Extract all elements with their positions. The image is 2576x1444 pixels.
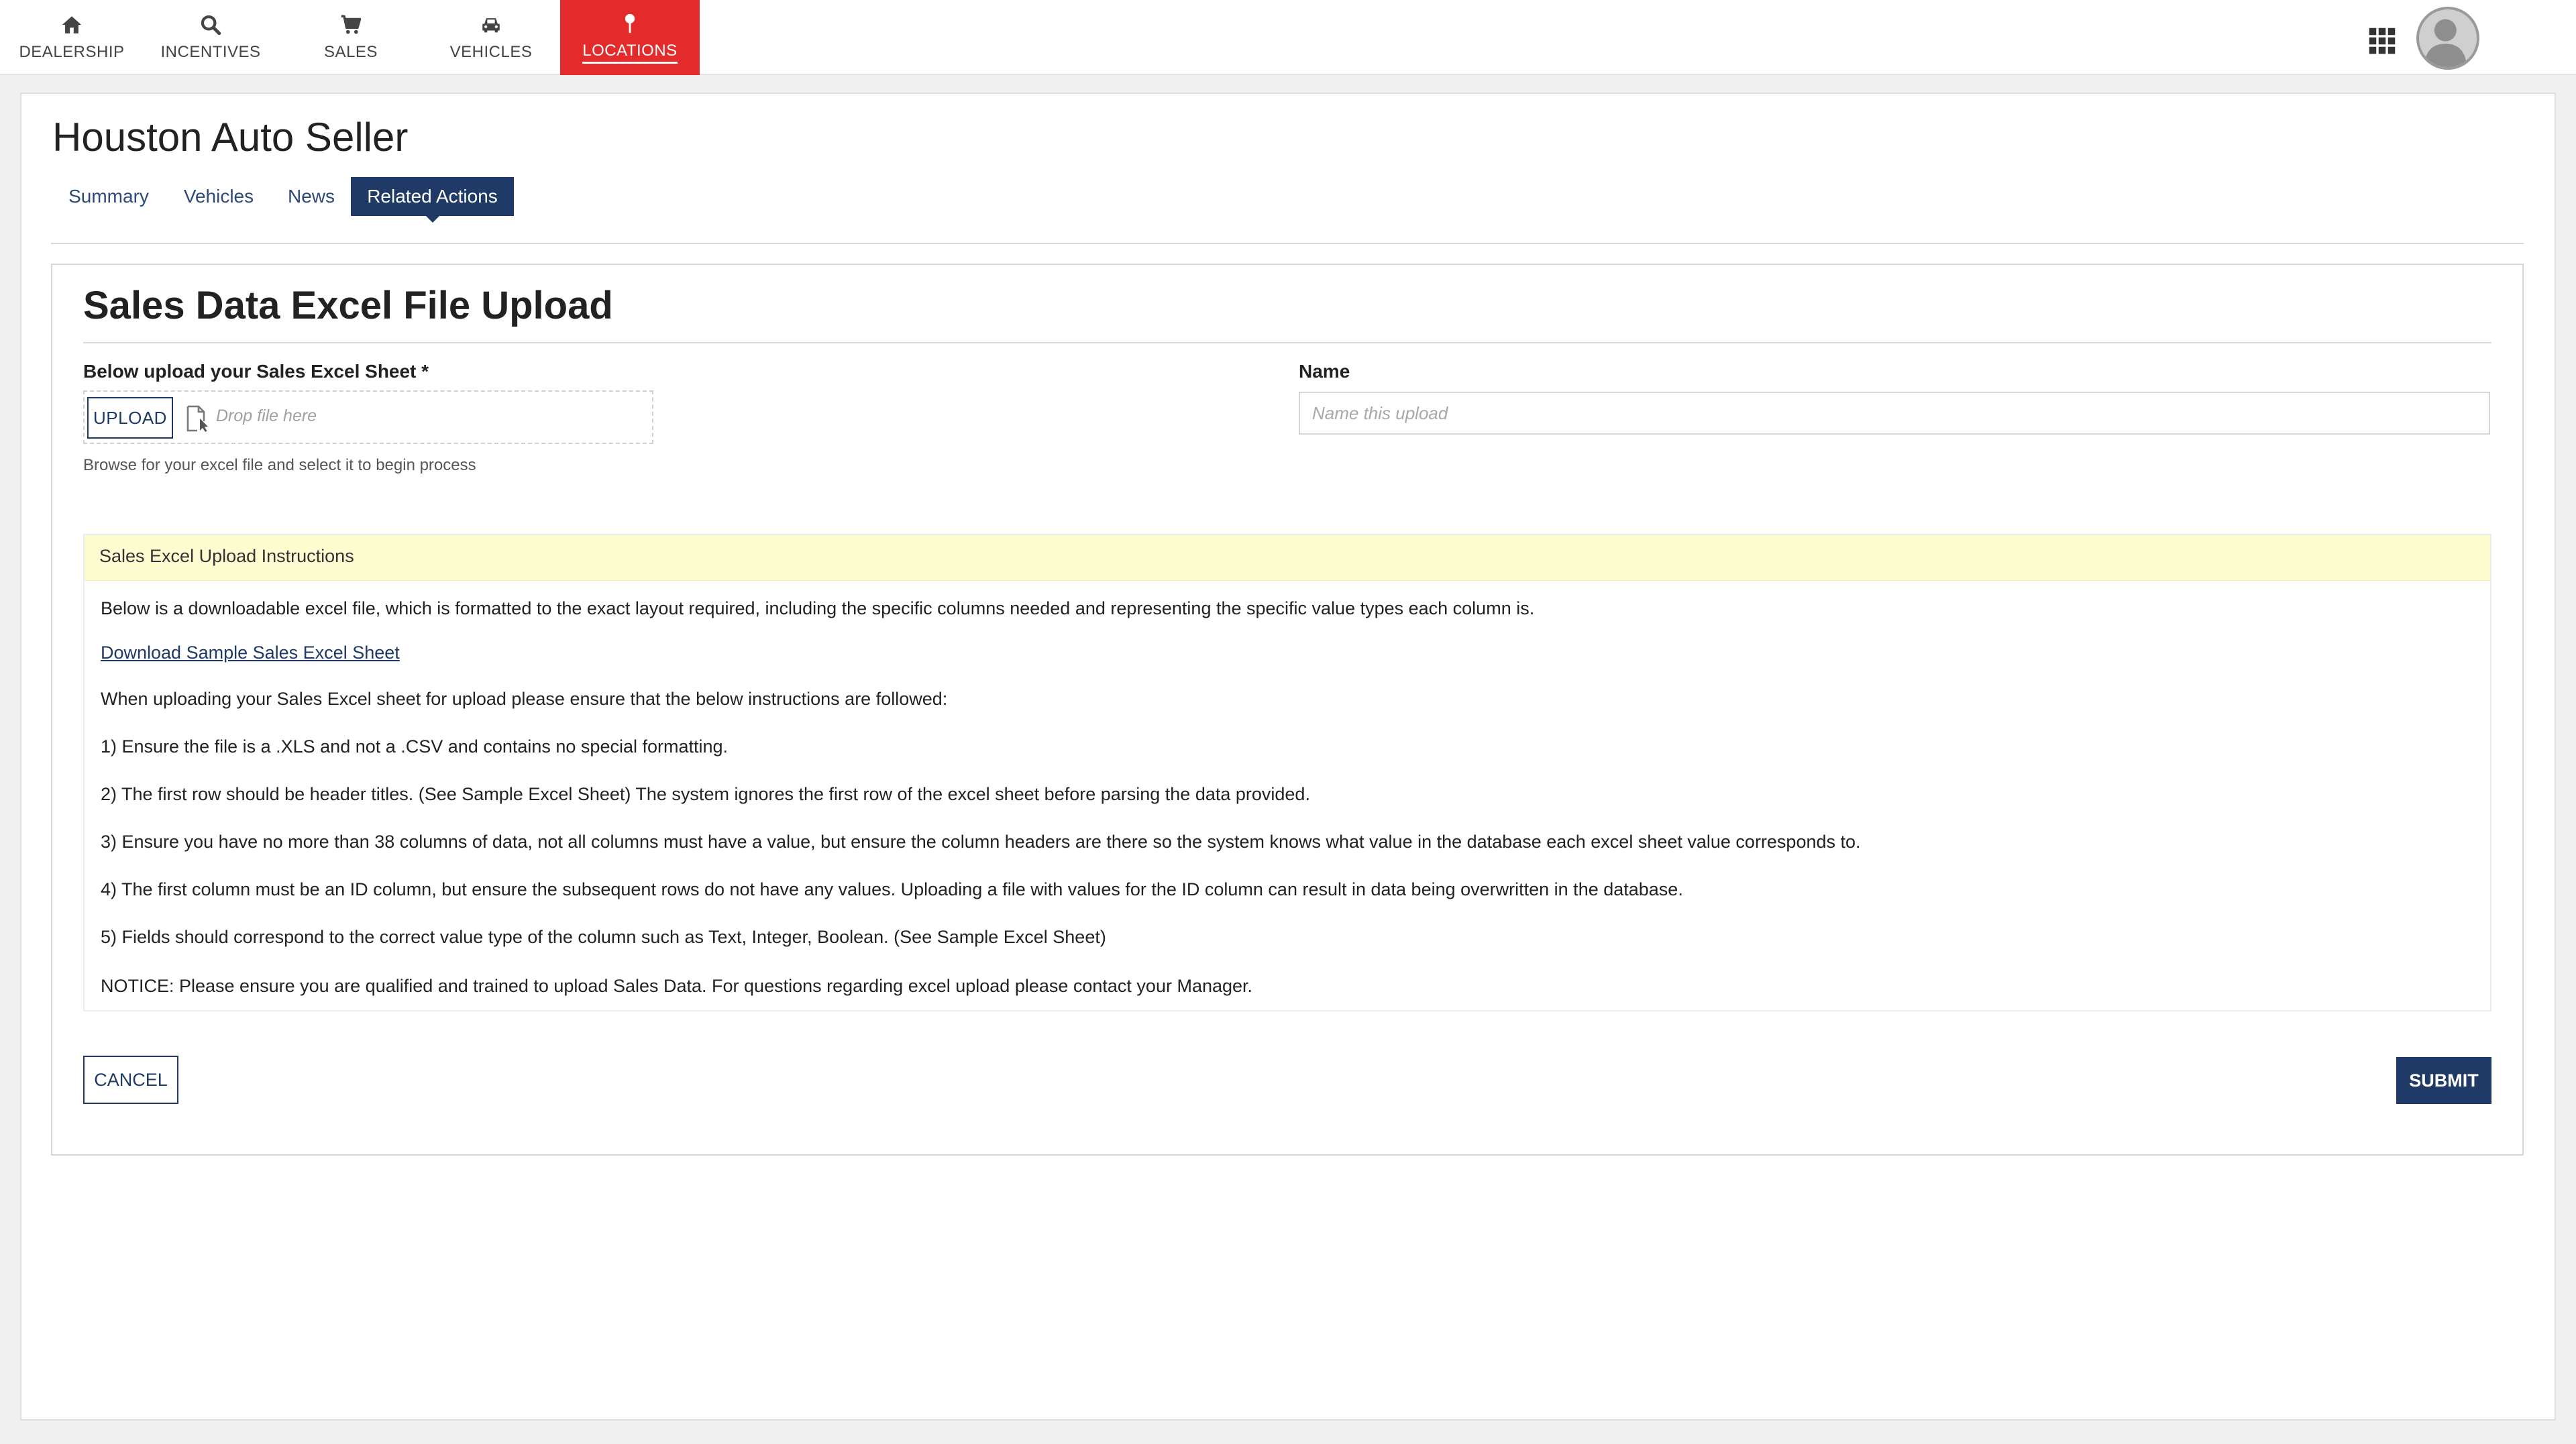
- nav-item-label: VEHICLES: [449, 43, 533, 61]
- nav-item-label: DEALERSHIP: [19, 43, 125, 61]
- instruction-step: 4) The first column must be an ID column…: [101, 879, 1683, 899]
- tab-vehicles[interactable]: Vehicles: [172, 177, 266, 216]
- nav-item-locations[interactable]: LOCATIONS: [560, 0, 700, 75]
- cart-icon: [341, 15, 362, 34]
- nav-item-label: SALES: [324, 43, 378, 61]
- nav-item-incentives[interactable]: INCENTIVES: [144, 0, 278, 75]
- instruction-step: 1) Ensure the file is a .XLS and not a .…: [101, 736, 729, 757]
- tab-news[interactable]: News: [278, 177, 345, 216]
- page-title: Houston Auto Seller: [52, 115, 409, 160]
- instructions-intro: Below is a downloadable excel file, whic…: [101, 598, 1535, 618]
- section-title: Sales Data Excel File Upload: [83, 284, 613, 327]
- nav-item-vehicles[interactable]: VEHICLES: [424, 0, 558, 75]
- user-avatar-icon: [2424, 19, 2467, 67]
- divider: [51, 243, 2524, 244]
- name-field-label: Name: [1299, 361, 1350, 382]
- user-avatar[interactable]: [2416, 7, 2479, 70]
- upload-button[interactable]: UPLOAD: [87, 397, 173, 439]
- pin-icon: [625, 13, 635, 33]
- top-navigation-bar: DEALERSHIP INCENTIVES SALES VEHICLES LOC…: [0, 0, 2576, 75]
- divider: [83, 342, 2491, 343]
- file-icon: [186, 405, 208, 432]
- name-input[interactable]: [1299, 392, 2490, 435]
- instructions-heading: Sales Excel Upload Instructions: [99, 546, 354, 566]
- grid-icon[interactable]: [2368, 27, 2396, 55]
- download-sample-link[interactable]: Download Sample Sales Excel Sheet: [101, 643, 400, 663]
- instructions-notice: NOTICE: Please ensure you are qualified …: [101, 976, 1253, 996]
- nav-item-sales[interactable]: SALES: [278, 0, 424, 75]
- drop-file-placeholder: Drop file here: [216, 406, 317, 425]
- upload-help-text: Browse for your excel file and select it…: [83, 456, 476, 474]
- home-icon: [62, 16, 82, 34]
- nav-item-label: LOCATIONS: [582, 42, 678, 64]
- submit-button[interactable]: SUBMIT: [2396, 1057, 2491, 1104]
- instructions-header: [85, 535, 2490, 581]
- instructions-lead: When uploading your Sales Excel sheet fo…: [101, 689, 948, 709]
- upload-field-label: Below upload your Sales Excel Sheet *: [83, 361, 429, 382]
- cancel-button[interactable]: CANCEL: [83, 1056, 178, 1104]
- instruction-step: 5) Fields should correspond to the corre…: [101, 927, 1106, 947]
- instruction-step: 2) The first row should be header titles…: [101, 784, 1310, 804]
- tab-summary[interactable]: Summary: [58, 177, 160, 216]
- instruction-step: 3) Ensure you have no more than 38 colum…: [101, 832, 1861, 852]
- nav-item-dealership[interactable]: DEALERSHIP: [0, 0, 144, 75]
- tab-related-actions[interactable]: Related Actions: [351, 177, 514, 223]
- search-icon: [201, 15, 221, 36]
- nav-item-label: INCENTIVES: [160, 43, 261, 61]
- car-icon: [482, 18, 500, 33]
